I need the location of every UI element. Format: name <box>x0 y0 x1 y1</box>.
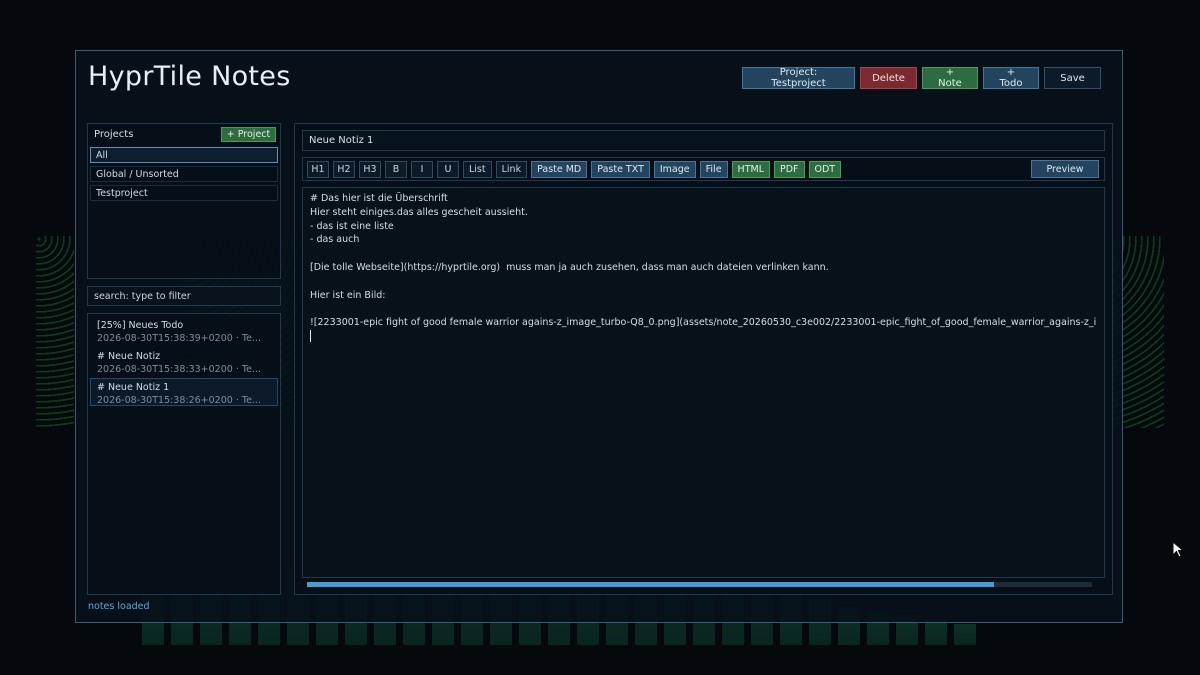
mouse-pointer-icon <box>1172 541 1185 558</box>
h2-button[interactable]: H2 <box>333 160 355 178</box>
note-editor-textarea[interactable]: # Das hier ist die Überschrift Hier steht… <box>302 187 1105 578</box>
add-todo-button[interactable]: + Todo <box>983 67 1039 89</box>
export-html-button[interactable]: HTML <box>731 160 770 178</box>
project-select-button[interactable]: Project: Testproject <box>742 67 855 89</box>
scrollbar-thumb[interactable] <box>307 582 994 587</box>
link-button[interactable]: Link <box>495 160 528 178</box>
editor-line: Hier steht einiges.das alles gescheit au… <box>310 206 528 218</box>
app-window: HyprTile Notes Project: Testproject Dele… <box>75 50 1123 623</box>
export-pdf-button[interactable]: PDF <box>773 160 805 178</box>
background-pattern <box>36 236 74 428</box>
format-toolbar: H1 H2 H3 B I U List Link Paste MD Paste … <box>302 157 1105 181</box>
add-note-button[interactable]: + Note <box>922 67 978 89</box>
background-bar <box>954 624 976 645</box>
italic-button[interactable]: I <box>411 160 433 178</box>
text-caret <box>310 330 311 343</box>
project-item-testproject[interactable]: Testproject <box>90 185 278 201</box>
list-item[interactable]: # Neue Notiz 1 2026-08-30T15:38:26+0200 … <box>90 378 278 406</box>
image-button[interactable]: Image <box>653 160 696 178</box>
note-title: [25%] Neues Todo <box>97 320 184 331</box>
note-meta: 2026-08-30T15:38:26+0200 · Te... <box>97 395 261 406</box>
list-item[interactable]: # Neue Notiz 2026-08-30T15:38:33+0200 · … <box>90 347 278 375</box>
h1-button[interactable]: H1 <box>307 160 329 178</box>
preview-button[interactable]: Preview <box>1031 160 1099 178</box>
top-toolbar: Project: Testproject Delete + Note + Tod… <box>742 67 1101 89</box>
background-bar <box>925 620 947 645</box>
app-title: HyprTile Notes <box>88 61 291 92</box>
notes-list: [25%] Neues Todo 2026-08-30T15:38:39+020… <box>87 313 281 595</box>
editor-line-caret <box>310 330 1097 344</box>
note-title: # Neue Notiz <box>97 351 161 362</box>
paste-md-button[interactable]: Paste MD <box>531 160 588 178</box>
status-text: notes loaded <box>88 601 150 612</box>
editor-line: - das auch <box>310 234 360 246</box>
project-item-all[interactable]: All <box>90 147 278 163</box>
paste-txt-button[interactable]: Paste TXT <box>591 160 650 178</box>
note-title-input[interactable] <box>302 130 1105 151</box>
editor-line: - das ist eine liste <box>310 220 394 232</box>
projects-panel: Projects + Project All Global / Unsorted… <box>87 123 281 279</box>
add-project-button[interactable]: + Project <box>221 127 276 142</box>
project-item-global-unsorted[interactable]: Global / Unsorted <box>90 166 278 182</box>
search-input[interactable] <box>87 286 281 306</box>
note-meta: 2026-08-30T15:38:39+0200 · Te... <box>97 333 261 344</box>
save-button[interactable]: Save <box>1044 67 1101 89</box>
export-odt-button[interactable]: ODT <box>808 160 842 178</box>
note-title: # Neue Notiz 1 <box>97 382 170 393</box>
horizontal-scrollbar[interactable] <box>307 582 1092 587</box>
projects-header: Projects <box>94 129 134 140</box>
h3-button[interactable]: H3 <box>359 160 381 178</box>
editor-line: Hier ist ein Bild: <box>310 289 386 301</box>
note-meta: 2026-08-30T15:38:33+0200 · Te... <box>97 364 261 375</box>
editor-panel: H1 H2 H3 B I U List Link Paste MD Paste … <box>294 123 1113 595</box>
file-button[interactable]: File <box>699 160 728 178</box>
project-list: All Global / Unsorted Testproject <box>90 147 278 204</box>
bold-button[interactable]: B <box>385 160 407 178</box>
editor-line: # Das hier ist die Überschrift <box>310 193 448 204</box>
underline-button[interactable]: U <box>437 160 459 178</box>
editor-line: ![2233001-epic fight of good female warr… <box>310 317 1097 329</box>
delete-button[interactable]: Delete <box>860 67 917 89</box>
list-button[interactable]: List <box>463 160 492 178</box>
list-item[interactable]: [25%] Neues Todo 2026-08-30T15:38:39+020… <box>90 316 278 344</box>
editor-line: [Die tolle Webseite](https://hyprtile.or… <box>310 261 829 273</box>
